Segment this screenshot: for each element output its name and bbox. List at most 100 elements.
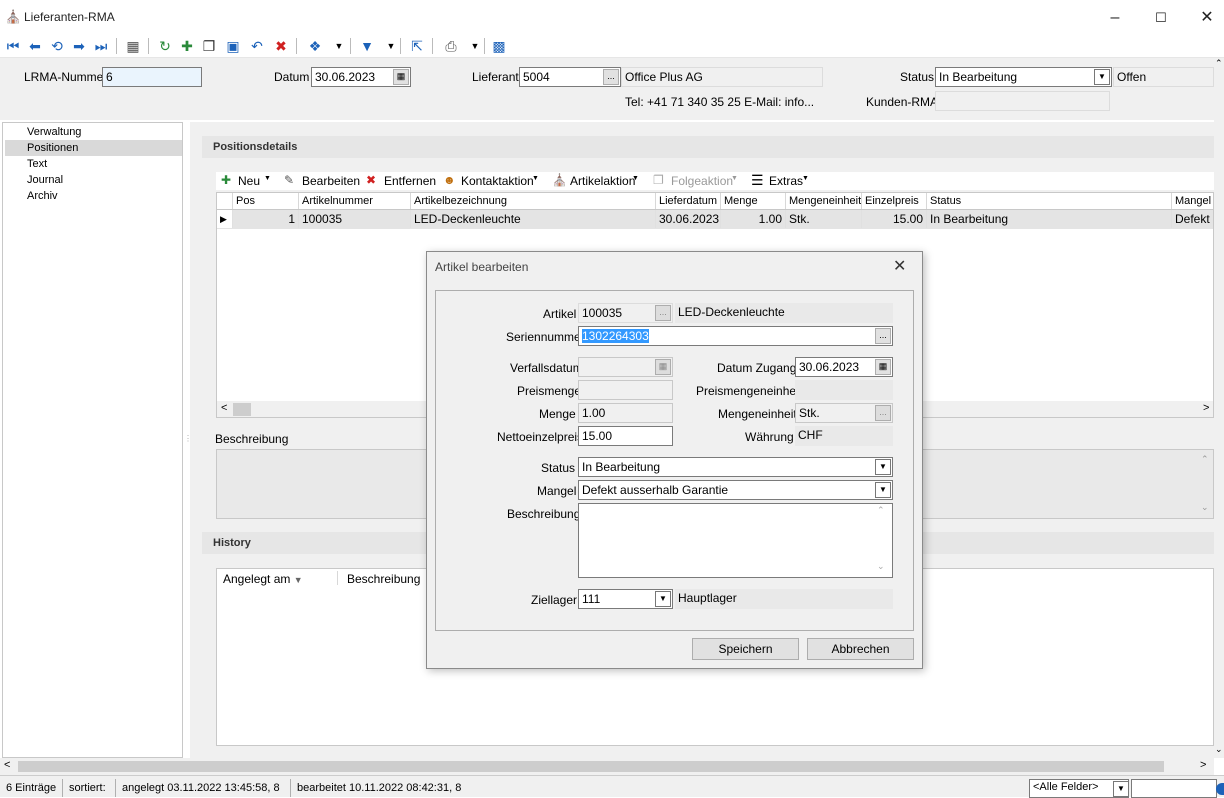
last-record-icon[interactable]: ⏭ — [92, 37, 110, 55]
scroll-down-icon[interactable]: ⌄ — [1215, 744, 1223, 755]
column-header-lieferdatum[interactable]: Lieferdatum — [656, 193, 721, 209]
column-header-artikelbezeichnung[interactable]: Artikelbezeichnung — [411, 193, 656, 209]
ziellager-label: Ziellager — [531, 593, 578, 607]
dialog-form: Artikel 100035 ... LED-Deckenleuchte Ser… — [435, 290, 914, 631]
mangel-select[interactable]: Defekt ausserhalb Garantie — [578, 480, 893, 500]
maximize-button[interactable]: ☐ — [1138, 6, 1184, 30]
chevron-down-icon[interactable]: ▼ — [655, 591, 671, 607]
contact-action-button[interactable]: Kontaktaktion — [461, 174, 534, 188]
column-header-einzelpreis[interactable]: Einzelpreis — [862, 193, 927, 209]
artikel-lookup-button[interactable]: ... — [655, 305, 671, 321]
chevron-down-icon[interactable]: ▼ — [330, 37, 348, 55]
scroll-up-icon[interactable]: ⌃ — [877, 505, 885, 516]
extras-button[interactable]: Extras — [769, 174, 803, 188]
nav-item-journal[interactable]: Journal — [27, 172, 183, 188]
scroll-thumb[interactable] — [233, 403, 251, 416]
splitter-handle[interactable]: ⋮ — [184, 435, 192, 456]
nav-item-positionen[interactable]: Positionen — [5, 140, 182, 156]
nav-item-text[interactable]: Text — [27, 156, 183, 172]
scroll-down-icon[interactable]: ⌄ — [1201, 502, 1209, 513]
chevron-down-icon[interactable]: ▼ — [264, 175, 271, 182]
scroll-right-icon[interactable]: > — [1203, 402, 1209, 414]
toolbar-separator — [296, 38, 297, 54]
window-vertical-scrollbar[interactable]: ⌃ ⌄ — [1214, 58, 1224, 758]
calendar-icon[interactable]: ▦ — [875, 359, 891, 375]
copy-icon[interactable]: ❐ — [200, 37, 218, 55]
window-horizontal-scrollbar[interactable]: < > — [0, 758, 1214, 775]
seriennummer-field[interactable]: 1302264303 — [578, 326, 893, 346]
mengeneinheit-lookup-button[interactable]: ... — [875, 405, 891, 421]
chevron-down-icon[interactable]: ▼ — [532, 175, 539, 182]
cell-menge: 1.00 — [721, 210, 786, 228]
kunden-rma-field[interactable] — [935, 91, 1110, 111]
dialog-beschreibung-textarea[interactable] — [578, 503, 893, 578]
lieferant-lookup-button[interactable]: ... — [603, 69, 619, 85]
chevron-down-icon[interactable]: ▼ — [1094, 69, 1110, 85]
status-select[interactable]: In Bearbeitung — [935, 67, 1112, 87]
column-header-artikelnummer[interactable]: Artikelnummer — [299, 193, 411, 209]
remove-button[interactable]: Entfernen — [384, 174, 436, 188]
undo-icon[interactable]: ↶ — [248, 37, 266, 55]
table-row[interactable]: ▶ 1 100035 LED-Deckenleuchte 30.06.2023 … — [217, 210, 1213, 229]
minimize-button[interactable]: – — [1092, 6, 1138, 30]
chevron-down-icon[interactable]: ▼ — [632, 175, 639, 182]
previous-record-icon[interactable]: ⬅ — [26, 37, 44, 55]
scroll-left-icon[interactable]: < — [4, 759, 10, 771]
edit-button[interactable]: Bearbeiten — [302, 174, 360, 188]
nettoeinzelpreis-field[interactable]: 15.00 — [578, 426, 673, 446]
filter-icon[interactable]: ▼ — [358, 37, 376, 55]
dialog-status-select[interactable]: In Bearbeitung — [578, 457, 893, 477]
first-record-icon[interactable]: ⏮ — [4, 37, 22, 55]
refresh-icon[interactable]: ↻ — [156, 37, 174, 55]
nav-item-verwaltung[interactable]: Verwaltung — [27, 124, 183, 140]
dialog-close-icon[interactable]: ✕ — [893, 256, 906, 276]
column-header-menge[interactable]: Menge — [721, 193, 786, 209]
lrma-number-field[interactable]: 6 — [102, 67, 202, 87]
close-button[interactable]: ✕ — [1184, 6, 1224, 30]
next-record-icon[interactable]: ➡ — [70, 37, 88, 55]
export-icon[interactable]: ▩ — [490, 37, 508, 55]
column-header-angelegt[interactable]: Angelegt am ▼ — [223, 572, 303, 586]
chevron-down-icon[interactable]: ▼ — [1113, 781, 1129, 797]
nav-item-archiv[interactable]: Archiv — [27, 188, 183, 204]
column-header-mangel[interactable]: Mangel — [1172, 193, 1213, 209]
column-header-status[interactable]: Status — [927, 193, 1172, 209]
select-icon[interactable]: ⇱ — [408, 37, 426, 55]
table-view-icon[interactable]: ▦ — [124, 37, 142, 55]
scroll-thumb[interactable] — [18, 761, 1164, 772]
menge-field[interactable]: 1.00 — [578, 403, 673, 423]
chevron-down-icon[interactable]: ▼ — [382, 37, 400, 55]
new-record-icon[interactable]: ✚ — [178, 37, 196, 55]
quick-search-input[interactable] — [1131, 779, 1217, 798]
chevron-down-icon[interactable]: ▼ — [875, 459, 891, 475]
column-header-beschreibung[interactable]: Beschreibung — [347, 572, 420, 586]
seriennummer-lookup-button[interactable]: ... — [875, 328, 891, 344]
search-icon[interactable] — [1216, 783, 1224, 795]
follow-up-action-button[interactable]: Folgeaktion — [671, 174, 733, 188]
scroll-up-icon[interactable]: ⌃ — [1201, 454, 1209, 465]
calendar-icon[interactable]: ▦ — [393, 69, 409, 85]
calendar-icon[interactable]: ▦ — [655, 359, 671, 375]
scroll-left-icon[interactable]: < — [221, 402, 227, 414]
scroll-right-icon[interactable]: > — [1200, 759, 1206, 771]
new-button[interactable]: Neu — [238, 174, 260, 188]
preismenge-field[interactable] — [578, 380, 673, 400]
cancel-button[interactable]: Abbrechen — [807, 638, 914, 660]
chevron-down-icon[interactable]: ▼ — [466, 37, 484, 55]
article-action-button[interactable]: Artikelaktion — [570, 174, 635, 188]
dialog-status-label: Status — [541, 461, 576, 475]
follow-up-icon: ❐ — [653, 173, 664, 187]
back-icon[interactable]: ⟲ — [48, 37, 66, 55]
chevron-down-icon[interactable]: ▼ — [802, 175, 809, 182]
save-button[interactable]: Speichern — [692, 638, 799, 660]
scroll-down-icon[interactable]: ⌄ — [877, 561, 885, 572]
column-header-mengeneinheit[interactable]: Mengeneinheit — [786, 193, 862, 209]
column-header-pos[interactable]: Pos — [233, 193, 299, 209]
pin-icon[interactable]: ❖ — [306, 37, 324, 55]
chevron-down-icon[interactable]: ▼ — [731, 175, 738, 182]
chevron-down-icon[interactable]: ▼ — [875, 482, 891, 498]
print-icon[interactable]: ⎙ — [442, 37, 460, 55]
scroll-up-icon[interactable]: ⌃ — [1215, 58, 1223, 69]
delete-icon[interactable]: ✖ — [272, 37, 290, 55]
save-icon[interactable]: ▣ — [224, 37, 242, 55]
